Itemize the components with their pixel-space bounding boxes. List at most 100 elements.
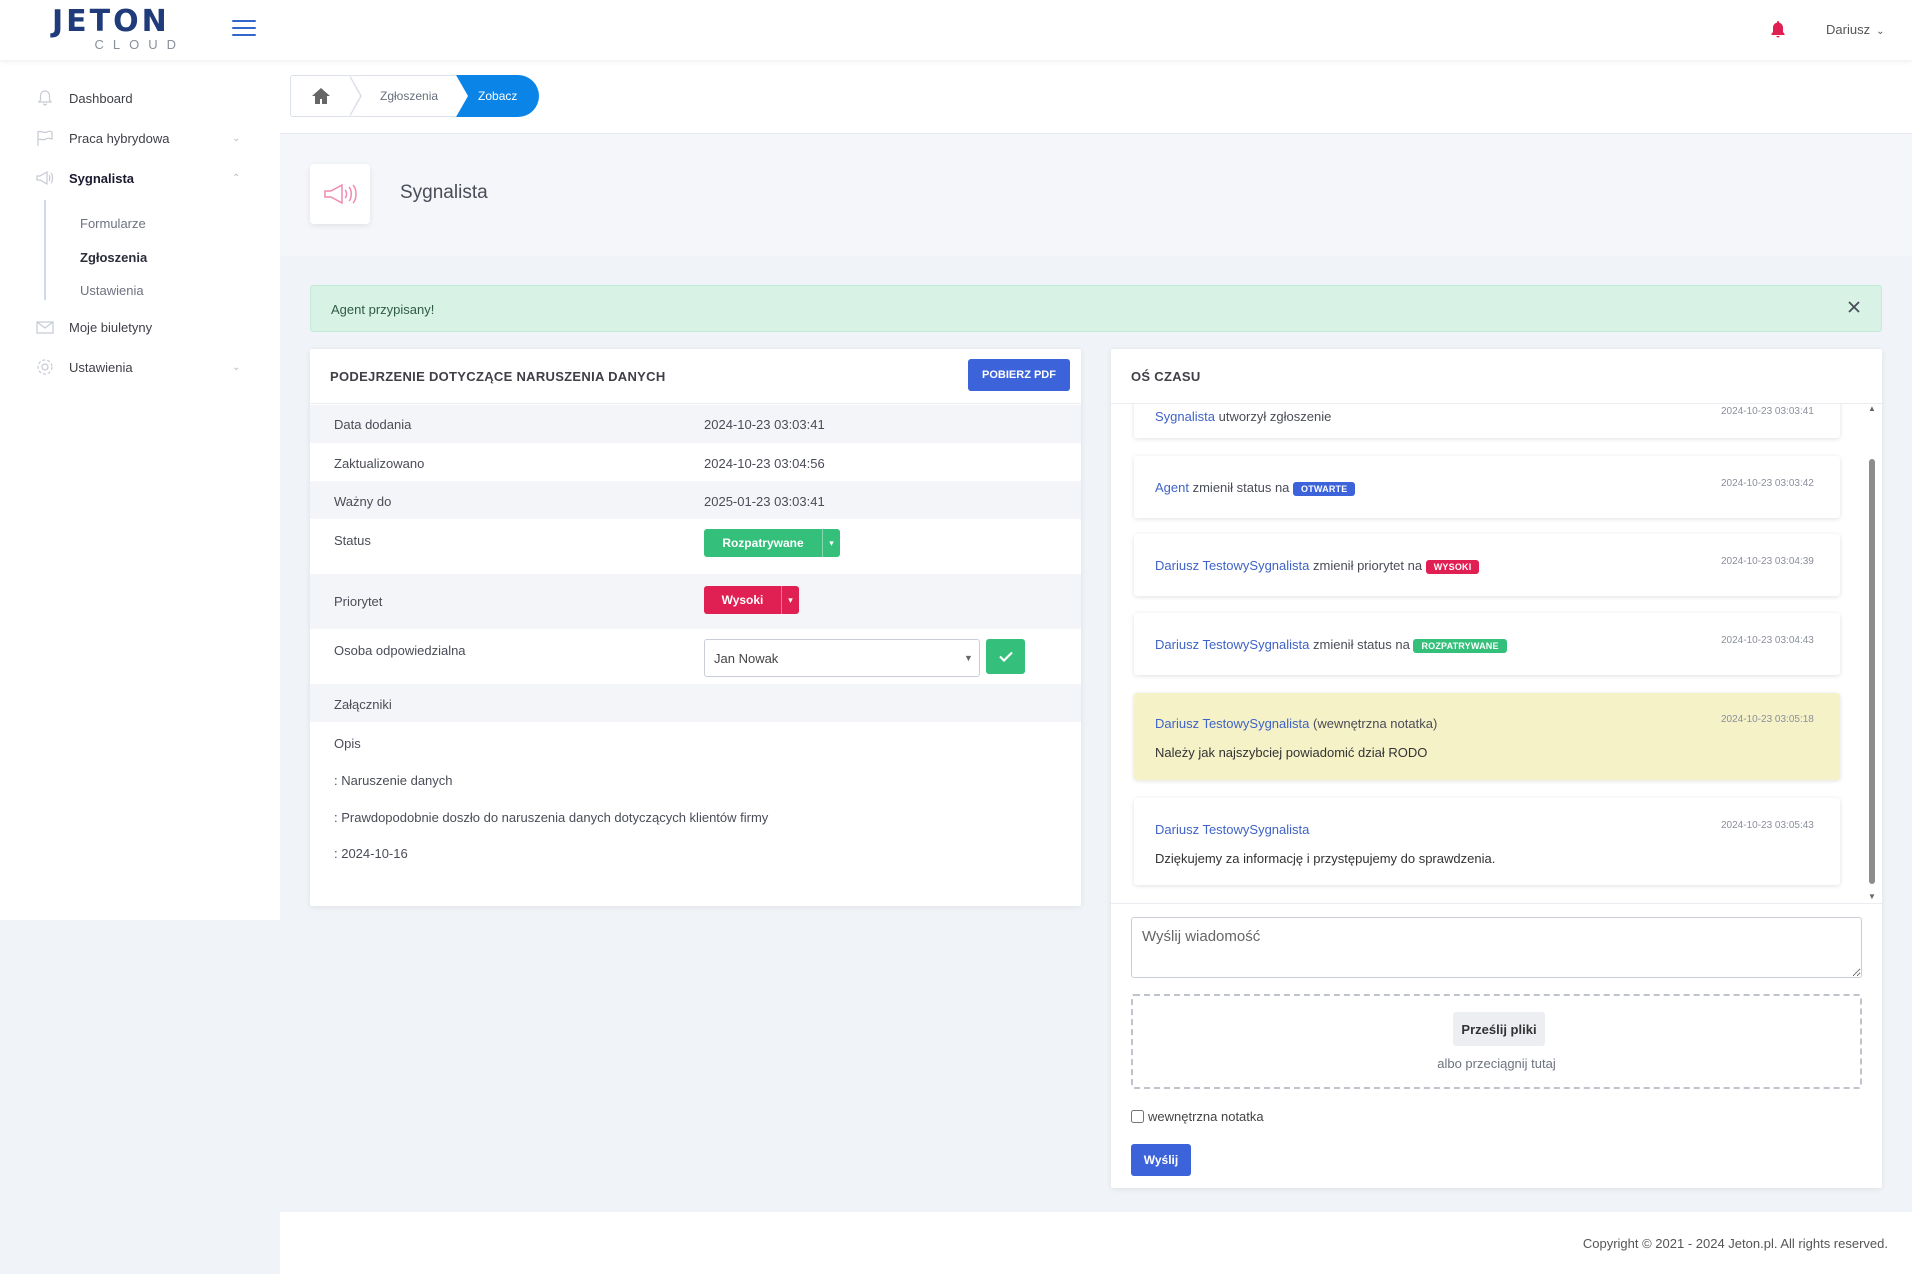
priority-value[interactable]: Wysoki [704, 586, 781, 614]
close-icon[interactable] [1847, 300, 1861, 314]
sidebar-subitem-formularze[interactable]: Formularze [80, 216, 146, 231]
sidebar-item-dashboard[interactable]: Dashboard [0, 78, 280, 118]
chevron-down-icon: ⌄ [1876, 26, 1885, 37]
logo-text: JETON [52, 4, 170, 39]
field-value: 2024-10-23 03:03:41 [704, 417, 825, 432]
priority-dropdown[interactable]: Wysoki ▾ [704, 586, 799, 614]
timeline-event: Dariusz TestowySygnalista zmienił status… [1134, 613, 1840, 675]
internal-note-checkbox[interactable] [1131, 1110, 1144, 1123]
chevron-up-icon: ⌃ [232, 172, 241, 184]
sidebar-subitem-ustawienia[interactable]: Ustawienia [80, 283, 144, 298]
chevron-down-icon: ⌄ [232, 361, 241, 373]
timeline-message: Należy jak najszybciej powiadomić dział … [1155, 745, 1428, 760]
field-label: Priorytet [334, 594, 383, 609]
timeline-author-link[interactable]: Sygnalista [1155, 409, 1215, 424]
row-status: Status Rozpatrywane ▾ [310, 519, 1081, 574]
internal-note-label: wewnętrzna notatka [1148, 1109, 1264, 1124]
breadcrumb-home[interactable] [290, 75, 350, 117]
field-label: Status [334, 533, 371, 548]
status-badge: ROZPATRYWANE [1413, 638, 1507, 653]
sidebar: Dashboard Praca hybrydowa ⌄ Sygnalista ⌃… [0, 60, 280, 920]
timeline-date: 2024-10-23 03:04:43 [1721, 635, 1814, 646]
sidebar-item-moje-biuletyny[interactable]: Moje biuletyny [0, 307, 280, 347]
field-label: Załączniki [334, 697, 392, 712]
megaphone-icon [36, 170, 54, 186]
assignee-select[interactable]: Jan Nowak ▼ [704, 639, 980, 677]
timeline-event-text: (wewnętrzna notatka) [1309, 716, 1438, 731]
alert-text: Agent przypisany! [331, 302, 435, 317]
breadcrumb-zgloszenia[interactable]: Zgłoszenia [348, 75, 457, 117]
check-icon [998, 651, 1013, 662]
field-label: Data dodania [334, 417, 412, 432]
scrollbar-thumb[interactable] [1869, 459, 1875, 884]
timeline-event: Dariusz TestowySygnalista zmienił priory… [1134, 534, 1840, 596]
card-header: OŚ CZASU [1111, 349, 1882, 404]
field-label: Ważny do [334, 494, 392, 509]
status-value[interactable]: Rozpatrywane [704, 529, 822, 557]
confirm-assignee-button[interactable] [986, 639, 1025, 674]
timeline-list[interactable]: Sygnalista utworzył zgłoszenie 2024-10-2… [1111, 404, 1882, 904]
envelope-icon [36, 321, 54, 334]
timeline-author-link[interactable]: Dariusz TestowySygnalista [1155, 637, 1309, 652]
row-assignee: Osoba odpowiedzialna Jan Nowak ▼ [310, 629, 1081, 684]
field-value: 2025-01-23 03:03:41 [704, 494, 825, 509]
timeline-scrollbar[interactable]: ▲ ▼ [1866, 404, 1878, 903]
row-date-added: Data dodania 2024-10-23 03:03:41 [310, 405, 1081, 443]
timeline-author-link[interactable]: Dariusz TestowySygnalista [1155, 716, 1309, 731]
download-pdf-button[interactable]: POBIERZ PDF [968, 359, 1070, 391]
sidebar-item-ustawienia[interactable]: Ustawienia ⌄ [0, 347, 280, 387]
file-dropzone[interactable]: Prześlij pliki albo przeciągnij tutaj [1131, 994, 1862, 1089]
copyright-text: Copyright © 2021 - 2024 Jeton.pl. All ri… [1582, 1236, 1888, 1251]
top-bar: JETON CLOUD Dariusz ⌄ [0, 0, 1912, 60]
submenu-line [44, 200, 46, 300]
send-button[interactable]: Wyślij [1131, 1144, 1191, 1176]
breadcrumb-bar: Zgłoszenia Zobacz [280, 60, 1912, 134]
bell-outline-icon [37, 90, 53, 106]
sidebar-item-praca-hybrydowa[interactable]: Praca hybrydowa ⌄ [0, 118, 280, 158]
message-input[interactable] [1131, 917, 1862, 978]
caret-down-icon[interactable]: ▾ [822, 529, 840, 557]
field-value: 2024-10-23 03:04:56 [704, 456, 825, 471]
timeline-event-text: utworzył zgłoszenie [1214, 409, 1332, 424]
timeline-author-link[interactable]: Dariusz TestowySygnalista [1155, 558, 1309, 573]
caret-down-icon[interactable]: ▾ [781, 586, 799, 614]
timeline-internal-note: Dariusz TestowySygnalista (wewnętrzna no… [1134, 693, 1840, 780]
upload-files-button[interactable]: Prześlij pliki [1453, 1012, 1545, 1046]
report-details-card: PODEJRZENIE DOTYCZĄCE NARUSZENIA DANYCH … [310, 349, 1081, 906]
timeline-author-link[interactable]: Agent [1155, 480, 1189, 495]
user-menu[interactable]: Dariusz ⌄ [1826, 22, 1884, 37]
scroll-up-icon[interactable]: ▲ [1868, 404, 1876, 413]
card-header: PODEJRZENIE DOTYCZĄCE NARUSZENIA DANYCH … [310, 349, 1081, 404]
page-header: Sygnalista [280, 134, 1912, 256]
timeline-author-link[interactable]: Dariusz TestowySygnalista [1155, 822, 1309, 837]
flag-icon [37, 130, 53, 146]
description-line: : 2024-10-16 [334, 846, 408, 861]
timeline-date: 2024-10-23 03:03:42 [1721, 478, 1814, 489]
description-line: : Naruszenie danych [334, 773, 453, 788]
jeton-logo[interactable]: JETON CLOUD [52, 6, 177, 52]
timeline-date: 2024-10-23 03:05:43 [1721, 820, 1814, 831]
caret-down-icon: ▼ [964, 653, 973, 663]
chevron-down-icon: ⌄ [232, 132, 241, 144]
timeline-date: 2024-10-23 03:05:18 [1721, 714, 1814, 725]
sidebar-subitem-zgloszenia[interactable]: Zgłoszenia [80, 250, 147, 265]
page-icon [310, 164, 370, 224]
timeline-event-text: zmienił priorytet na [1309, 558, 1426, 573]
internal-note-option[interactable]: wewnętrzna notatka [1131, 1109, 1264, 1124]
row-attachments: Załączniki [310, 684, 1081, 722]
timeline-title: OŚ CZASU [1131, 369, 1201, 384]
status-dropdown[interactable]: Rozpatrywane ▾ [704, 529, 840, 557]
bell-icon[interactable] [1770, 20, 1786, 38]
field-label: Osoba odpowiedzialna [334, 643, 466, 658]
sidebar-item-label: Ustawienia [69, 359, 133, 375]
sidebar-item-label: Sygnalista [69, 170, 135, 186]
home-icon [311, 88, 330, 104]
page-title: Sygnalista [400, 182, 488, 203]
sidebar-item-sygnalista[interactable]: Sygnalista ⌃ [0, 158, 280, 198]
status-badge: OTWARTE [1293, 481, 1356, 496]
row-updated: Zaktualizowano 2024-10-23 03:04:56 [310, 443, 1081, 481]
timeline-date: 2024-10-23 03:03:41 [1721, 406, 1814, 417]
menu-toggle-icon[interactable] [232, 20, 256, 37]
breadcrumb-zobacz: Zobacz [456, 75, 540, 117]
scroll-down-icon[interactable]: ▼ [1868, 892, 1876, 901]
